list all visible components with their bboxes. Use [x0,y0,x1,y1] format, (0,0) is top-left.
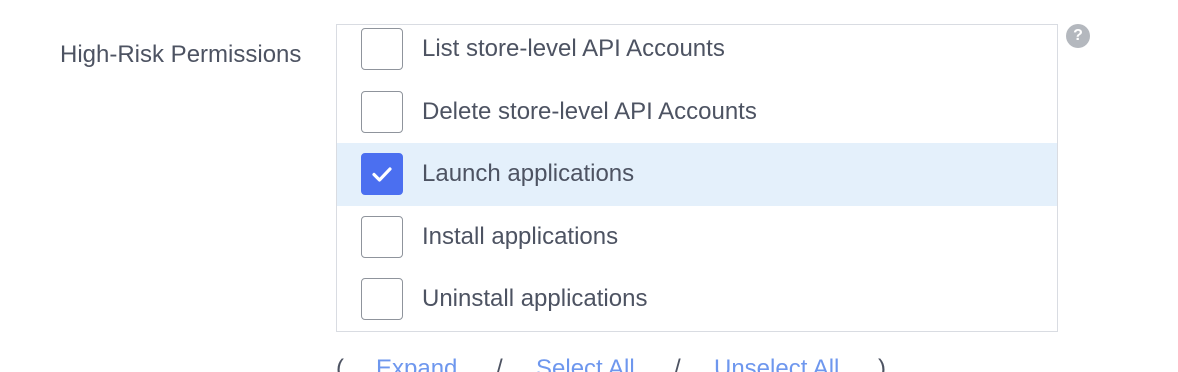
permission-label: Delete store-level API Accounts [422,97,757,125]
field-label: High-Risk Permissions [60,41,302,68]
checkbox[interactable] [361,90,403,133]
permission-label: Uninstall applications [422,285,648,313]
checkbox[interactable] [361,153,403,196]
separator: / [496,355,503,372]
permissions-list: List store-level API Accounts Delete sto… [337,25,1057,331]
permission-label: Launch applications [422,160,635,188]
permission-row-list-api-accounts[interactable]: List store-level API Accounts [337,25,1057,81]
checkbox[interactable] [361,215,403,258]
permission-row-install-applications[interactable]: Install applications [337,206,1057,269]
select-all-link[interactable]: Select All [536,354,635,372]
permission-row-launch-applications[interactable]: Launch applications [337,143,1057,206]
close-paren: ) [878,355,886,372]
open-paren: ( [336,355,344,372]
unselect-all-link[interactable]: Unselect All [714,354,839,372]
permission-row-uninstall-applications[interactable]: Uninstall applications [337,268,1057,331]
separator: / [674,355,681,372]
checkmark-icon [372,167,392,182]
permissions-listbox[interactable]: List store-level API Accounts Delete sto… [336,24,1058,332]
question-circle-icon[interactable]: ? [1066,24,1090,48]
permission-label: Install applications [422,222,619,250]
checkbox[interactable] [361,28,403,71]
permission-row-delete-api-accounts[interactable]: Delete store-level API Accounts [337,81,1057,144]
expand-link[interactable]: Expand [376,354,457,372]
permission-label: List store-level API Accounts [422,35,725,63]
permissions-field: High-Risk Permissions List store-level A… [0,0,1178,372]
checkbox[interactable] [361,278,403,321]
